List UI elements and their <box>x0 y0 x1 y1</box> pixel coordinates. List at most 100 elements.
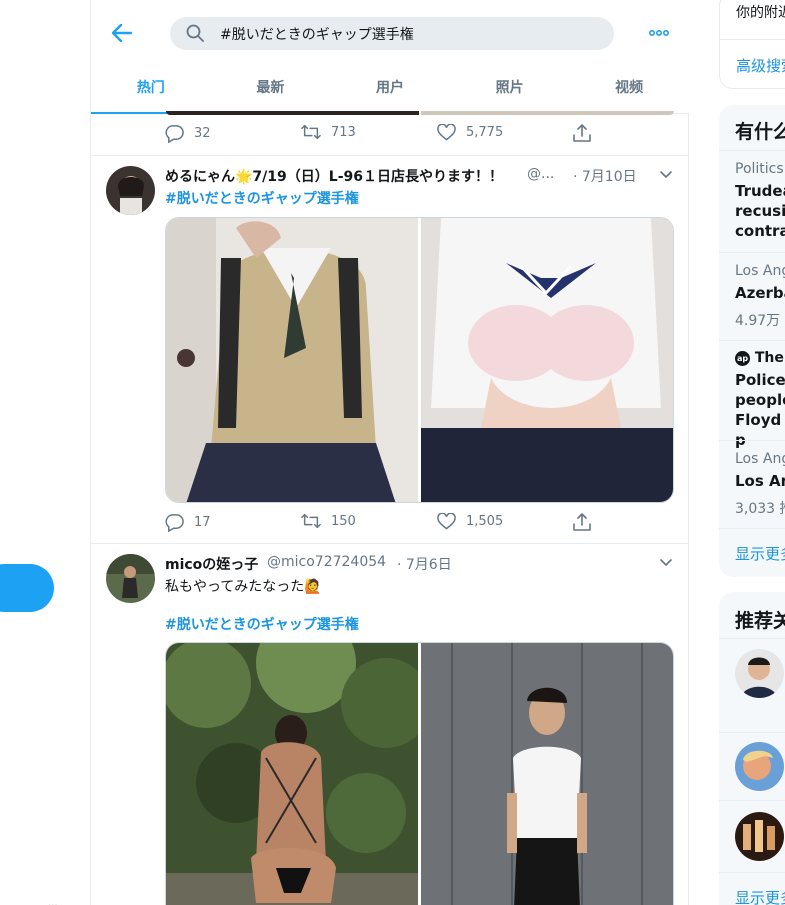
left-rail-fragment: ... <box>48 898 58 905</box>
search-input[interactable] <box>220 17 600 50</box>
heart-icon <box>437 513 456 530</box>
prev-tweet-image-edge <box>166 111 419 115</box>
suggested-user-avatar[interactable] <box>735 649 784 698</box>
suggested-user-avatar[interactable] <box>735 812 784 861</box>
more-dots-icon <box>649 30 669 36</box>
tweet-header: micoの姪っ子 @mico72724054 · 7月6日 <box>165 554 677 574</box>
search-box[interactable] <box>170 17 614 50</box>
like-button[interactable]: 5,775 <box>437 124 503 141</box>
tweet-text: 私もやってみたなった🙋 <box>165 579 322 595</box>
reply-button[interactable]: 32 <box>165 124 211 143</box>
trend-headline: Trudeau recusing contract <box>735 182 785 240</box>
suggested-user-avatar[interactable] <box>735 742 784 791</box>
reply-icon <box>165 125 184 143</box>
more-options-button[interactable] <box>647 22 671 44</box>
retweet-count: 150 <box>331 513 356 529</box>
search-header: 热门 最新 用户 照片 视频 <box>91 0 689 114</box>
follow-title: 推荐关注 <box>735 610 785 632</box>
share-icon <box>573 513 591 531</box>
trends-card: 有什么新鲜事 Politics Trudeau recusing contrac… <box>719 105 785 577</box>
search-icon <box>186 24 204 42</box>
tab-people[interactable]: 用户 <box>330 65 450 114</box>
reply-count: 17 <box>194 515 211 530</box>
tweet-photo[interactable] <box>166 643 418 905</box>
news-source: ap The <box>735 350 784 366</box>
card-divider <box>719 150 785 151</box>
back-button[interactable] <box>109 20 135 46</box>
tab-top[interactable]: 热门 <box>91 65 211 114</box>
trend-context: Los Angeles <box>735 451 785 467</box>
news-source-logo-icon: ap <box>735 350 750 366</box>
avatar[interactable] <box>106 554 155 603</box>
share-icon <box>573 124 591 142</box>
tweet-photo[interactable] <box>166 218 418 502</box>
card-divider <box>719 872 785 873</box>
retweet-icon <box>301 513 321 529</box>
right-sidebar: 你的附近 高级搜索 有什么新鲜事 Politics Trudeau recusi… <box>719 0 785 905</box>
news-source-name: The <box>754 350 784 366</box>
show-more-follow-link[interactable]: 显示更多 <box>735 887 785 905</box>
tweet-header: めるにゃん🌟7/19（日）L-96１日店長やります！！ @... · 7月10日 <box>165 166 677 186</box>
tab-latest[interactable]: 最新 <box>211 65 331 114</box>
tweet-media[interactable] <box>165 642 674 905</box>
search-tabs: 热门 最新 用户 照片 视频 <box>91 65 689 114</box>
hashtag-link[interactable]: #脱いだときのギャップ選手権 <box>165 614 359 634</box>
retweet-icon <box>301 124 321 140</box>
compose-tweet-button[interactable] <box>0 564 54 612</box>
card-divider <box>719 732 785 733</box>
search-filters-card: 你的附近 高级搜索 <box>719 0 785 89</box>
tweet-divider <box>91 155 689 156</box>
tweet-photo[interactable] <box>420 218 673 502</box>
card-divider <box>719 528 785 529</box>
like-count: 1,505 <box>466 514 504 529</box>
user-handle[interactable]: @mico72724054 <box>267 554 386 570</box>
user-handle[interactable]: @... <box>527 166 554 182</box>
prev-tweet-image-edge <box>421 111 674 115</box>
reply-button[interactable]: 17 <box>165 513 211 532</box>
share-button[interactable] <box>573 124 591 142</box>
card-divider <box>720 39 785 40</box>
reply-icon <box>165 514 184 532</box>
trend-count: 4.97万 推文 <box>735 313 785 329</box>
like-button[interactable]: 1,505 <box>437 513 503 530</box>
card-divider <box>719 440 785 441</box>
avatar[interactable] <box>106 166 155 215</box>
card-divider <box>719 638 785 639</box>
chevron-down-icon[interactable] <box>658 166 674 182</box>
card-divider <box>719 252 785 253</box>
trends-title: 有什么新鲜事 <box>735 121 785 143</box>
tweet-media[interactable] <box>165 217 674 503</box>
retweet-count: 713 <box>331 124 356 140</box>
tweet-date[interactable]: · 7月10日 <box>573 166 637 186</box>
arrow-left-icon <box>112 24 132 42</box>
who-to-follow-card: 推荐关注 <box>719 592 785 905</box>
reply-count: 32 <box>194 126 211 141</box>
trend-count: 3,033 推文 <box>735 501 785 517</box>
trend-name: Los Angeles <box>735 472 785 490</box>
like-count: 5,775 <box>466 125 504 140</box>
trend-headline: Police people Floyd p <box>735 371 785 449</box>
tweet-date[interactable]: · 7月6日 <box>397 554 452 574</box>
tweet-photo[interactable] <box>420 643 673 905</box>
filter-near-you[interactable]: 你的附近 <box>736 2 785 22</box>
display-name[interactable]: micoの姪っ子 <box>165 554 258 574</box>
tweet[interactable]: めるにゃん🌟7/19（日）L-96１日店長やります！！ @... · 7月10日… <box>91 166 689 543</box>
trend-context: Politics <box>735 161 784 177</box>
hashtag-link[interactable]: #脱いだときのギャップ選手権 <box>165 188 359 208</box>
tweet[interactable]: micoの姪っ子 @mico72724054 · 7月6日 私もやってみたなった… <box>91 554 689 905</box>
heart-icon <box>437 124 456 141</box>
tab-videos[interactable]: 视频 <box>569 65 689 114</box>
main-column: 热门 最新 用户 照片 视频 32 713 5,775 <box>90 0 689 905</box>
advanced-search-link[interactable]: 高级搜索 <box>736 55 785 76</box>
card-divider <box>719 340 785 341</box>
display-name[interactable]: めるにゃん🌟7/19（日）L-96１日店長やります！！ <box>165 166 503 186</box>
show-more-trends-link[interactable]: 显示更多 <box>735 543 785 564</box>
trend-name: Azerbaijan <box>735 284 785 302</box>
tab-photos[interactable]: 照片 <box>450 65 570 114</box>
retweet-button[interactable]: 713 <box>301 124 356 140</box>
trend-context: Los Angeles <box>735 263 785 279</box>
chevron-down-icon[interactable] <box>658 554 674 570</box>
retweet-button[interactable]: 150 <box>301 513 356 529</box>
twitter-search-page: ... #脱いだときのギャップ選手権 热门 最新 用户 照片 视频 32 713… <box>0 0 785 905</box>
share-button[interactable] <box>573 513 591 531</box>
